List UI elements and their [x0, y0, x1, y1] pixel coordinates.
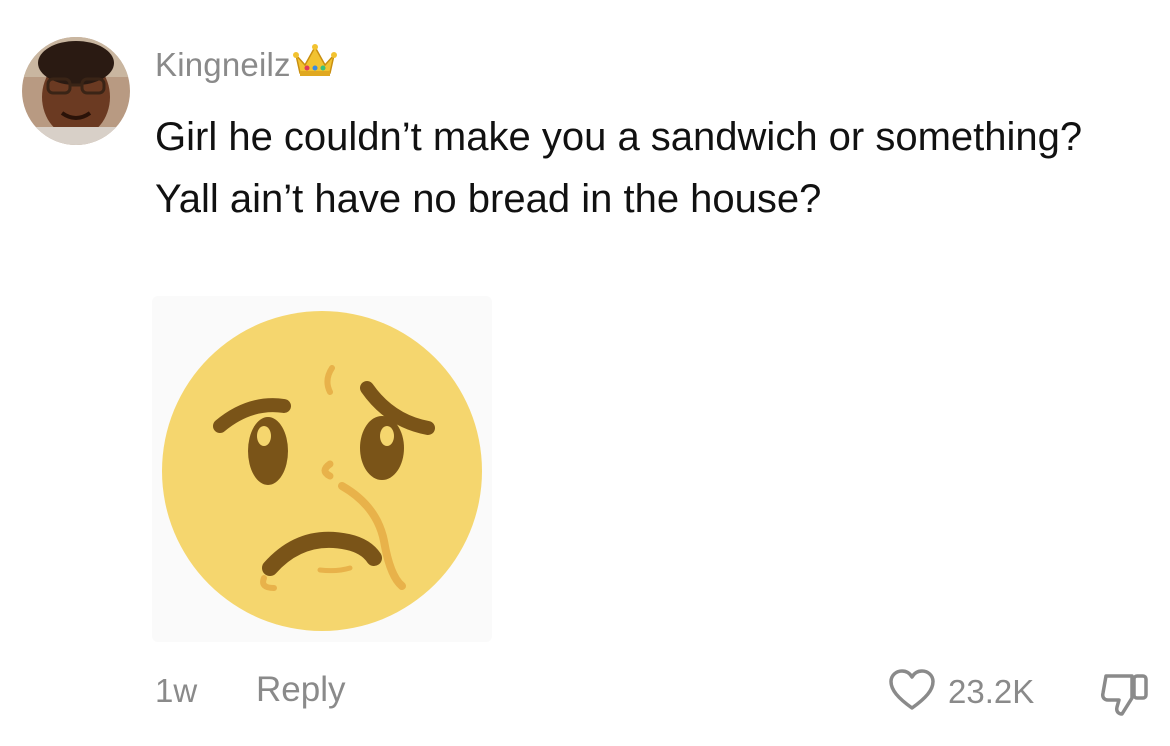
avatar[interactable] [22, 37, 130, 145]
comment-footer: 1w Reply 23.2K [0, 660, 1170, 720]
crown-icon [292, 43, 337, 84]
like-button[interactable]: 23.2K [888, 668, 1034, 716]
reply-button[interactable]: Reply [256, 670, 345, 710]
dislike-button[interactable] [1098, 670, 1152, 718]
avatar-image [22, 37, 130, 145]
username-row: Kingneilz [155, 42, 337, 88]
timestamp: 1w [155, 672, 198, 709]
like-count: 23.2K [948, 673, 1035, 710]
comment: Kingneilz Girl he couldn’t make you a sa… [0, 0, 1170, 746]
thumbs-down-icon [1098, 674, 1152, 722]
heart-icon [888, 668, 936, 717]
worried-face-sticker [152, 296, 492, 642]
comment-text: Girl he couldn’t make you a sandwich or … [155, 115, 1083, 221]
username[interactable]: Kingneilz [155, 46, 291, 84]
